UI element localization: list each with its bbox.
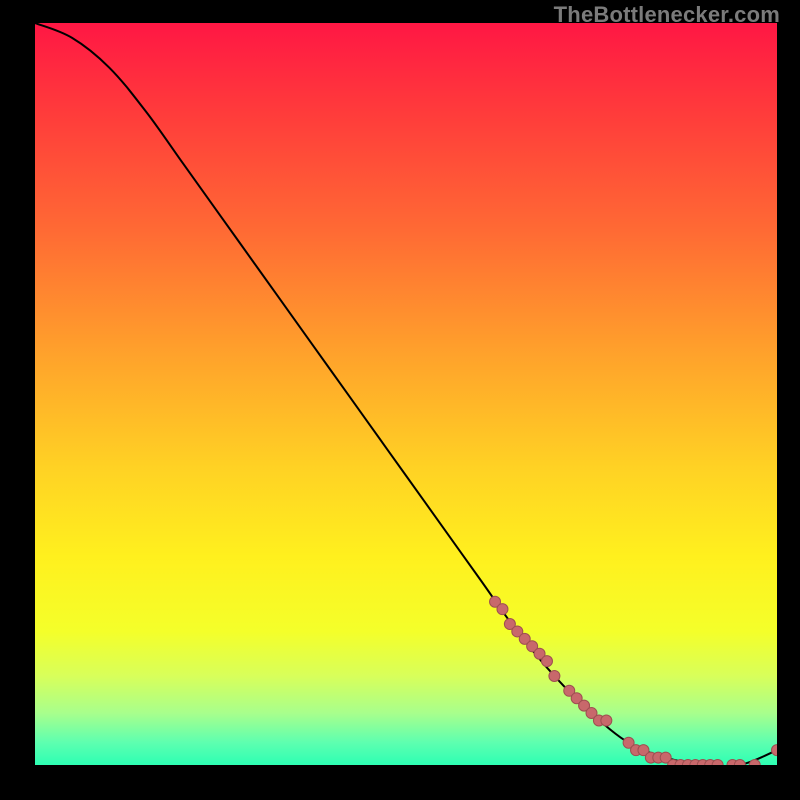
- chart-background: [35, 23, 777, 765]
- scatter-point: [541, 656, 552, 667]
- scatter-point: [497, 604, 508, 615]
- scatter-point: [549, 670, 560, 681]
- plot-area: [35, 23, 777, 765]
- chart-stage: TheBottlenecker.com: [0, 0, 800, 800]
- scatter-point: [601, 715, 612, 726]
- chart-svg: [35, 23, 777, 765]
